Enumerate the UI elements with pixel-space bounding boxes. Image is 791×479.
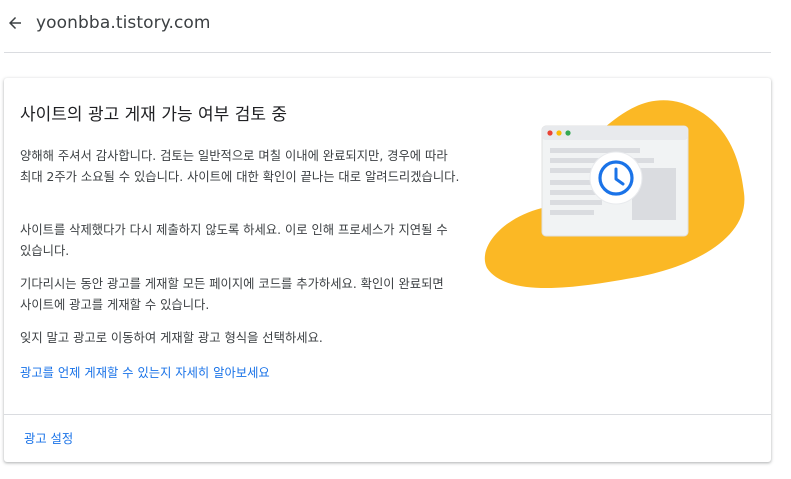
top-bar: yoonbba.tistory.com (0, 0, 791, 52)
paragraph-add-code: 기다리시는 동안 광고를 게재할 모든 페이지에 코드를 추가하세요. 확인이 … (20, 277, 444, 312)
card-title: 사이트의 광고 게재 가능 여부 검토 중 (20, 105, 288, 125)
paragraph-select-format: 잊지 말고 광고로 이동하여 게재할 광고 형식을 선택하세요. (20, 331, 323, 345)
learn-more-link[interactable]: 광고를 언제 게재할 수 있는지 자세히 알아보세요 (20, 363, 270, 381)
ad-settings-button[interactable]: 광고 설정 (24, 429, 73, 447)
review-status-card: 사이트의 광고 게재 가능 여부 검토 중 양해해 주셔서 감사합니다. 검토는… (4, 78, 771, 462)
paragraph-do-not-resubmit: 사이트를 삭제했다가 다시 제출하지 않도록 하세요. 이로 인해 프로세스가 … (20, 223, 448, 258)
card-divider (4, 414, 771, 415)
header-divider (4, 52, 771, 53)
arrow-back-icon (9, 17, 21, 29)
back-button[interactable] (4, 12, 26, 34)
clock-review-icon (484, 100, 745, 288)
dot-yellow (556, 130, 562, 136)
paragraph-review-time: 양해해 주셔서 감사합니다. 검토는 일반적으로 며칠 이내에 완료되지만, 경… (20, 149, 460, 184)
dot-red (547, 130, 553, 136)
browser-toolbar (542, 126, 688, 140)
site-title: yoonbba.tistory.com (36, 13, 211, 33)
dot-green (565, 130, 571, 136)
